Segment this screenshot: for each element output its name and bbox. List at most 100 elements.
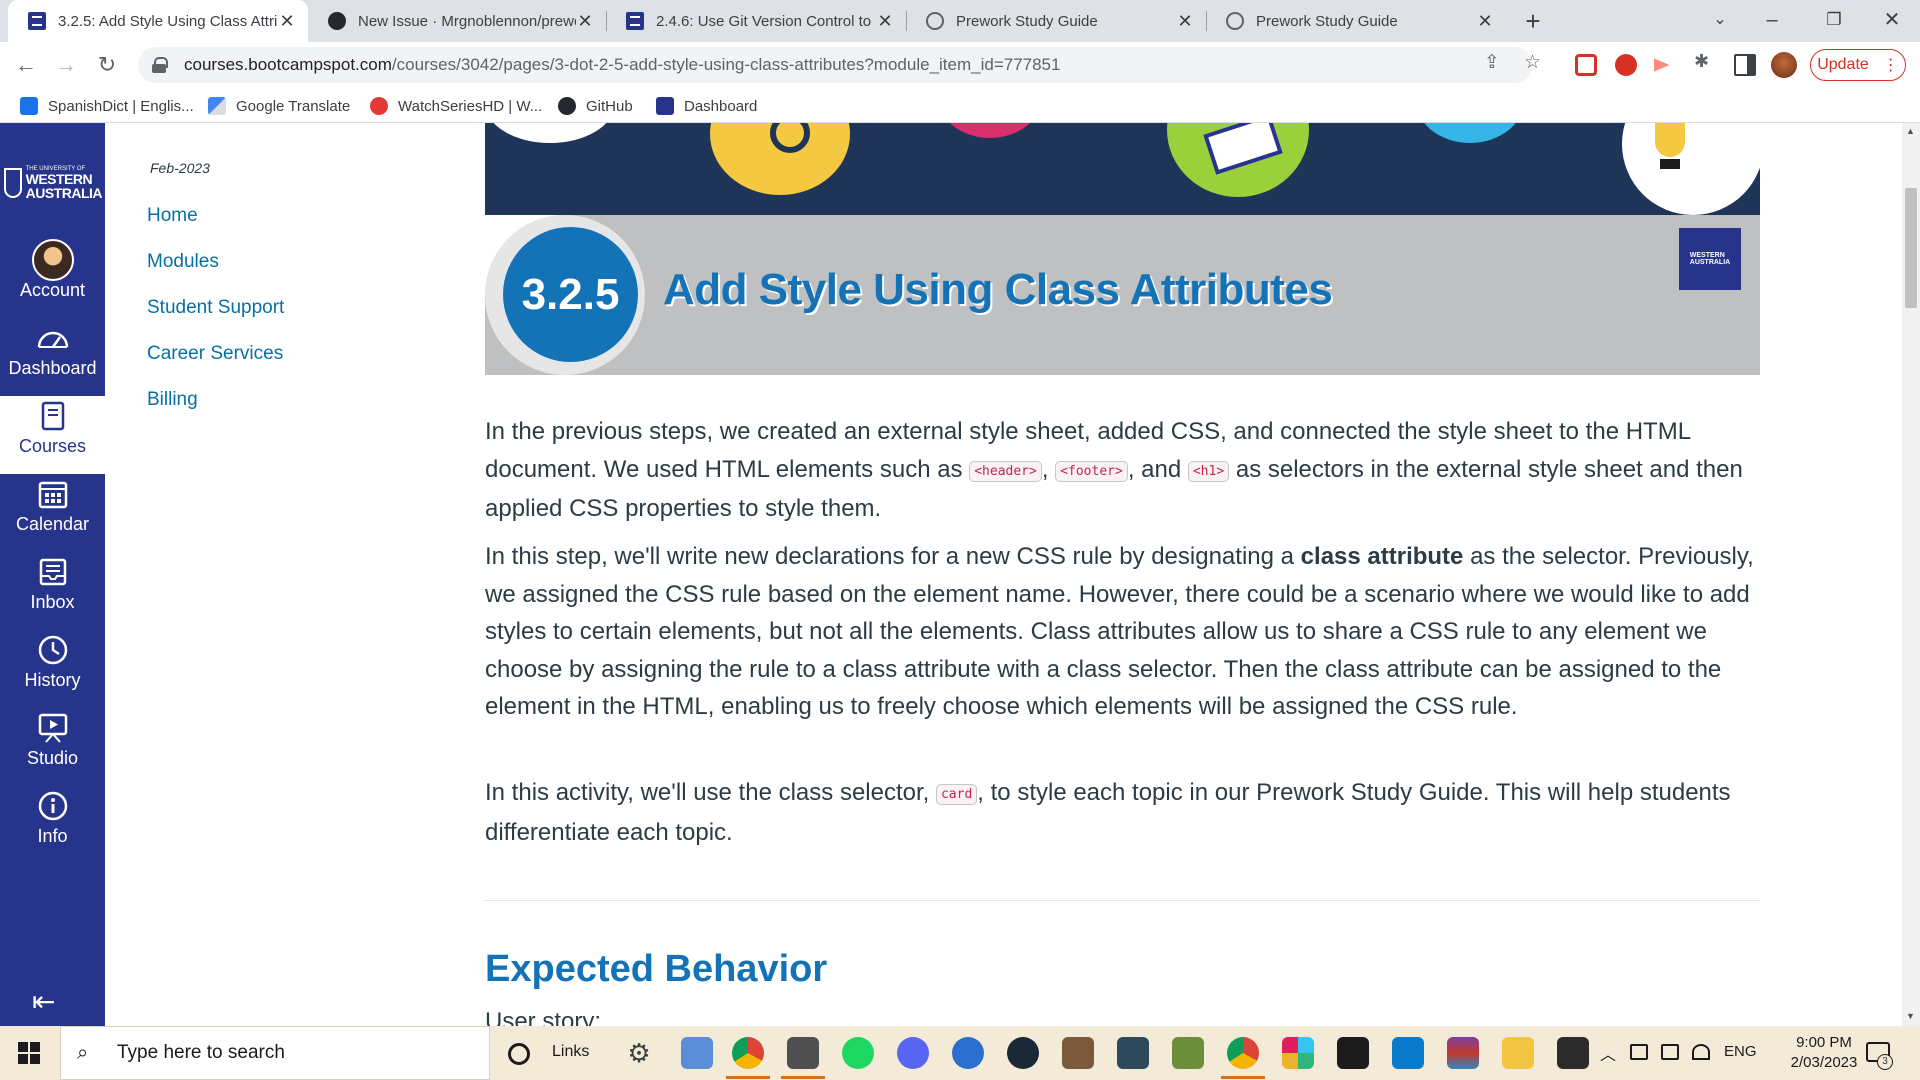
collapse-nav-icon[interactable]: ⇤ — [32, 985, 55, 1018]
paragraph-class-attribute: In this step, we'll write new declaratio… — [485, 538, 1760, 726]
profile-avatar[interactable] — [1771, 52, 1797, 78]
global-nav-account[interactable]: Account — [0, 239, 105, 318]
extensions-puzzle-icon[interactable]: ✱ — [1694, 51, 1709, 72]
global-nav-calendar[interactable]: Calendar — [0, 474, 105, 552]
global-nav-info[interactable]: Info — [0, 786, 105, 864]
minecraft-icon[interactable] — [1172, 1037, 1204, 1069]
close-tab-icon[interactable]: ✕ — [1176, 11, 1194, 32]
bookmark-dashboard[interactable]: Dashboard — [656, 95, 757, 117]
steam-icon[interactable] — [1007, 1037, 1039, 1069]
windows-start-icon[interactable] — [18, 1042, 40, 1064]
bookmark-star-icon[interactable]: ☆ — [1524, 51, 1541, 74]
uwa-wordmark: THE UNIVERSITY OF WESTERN AUSTRALIA — [26, 166, 103, 200]
taskbar-search-input[interactable]: ⌕ Type here to search — [60, 1026, 490, 1080]
restore-button[interactable]: ❐ — [1808, 0, 1860, 42]
global-nav-courses[interactable]: Courses — [0, 396, 105, 474]
language-indicator[interactable]: ENG — [1724, 1043, 1757, 1060]
tab-search-icon[interactable]: ⌄ — [1694, 0, 1746, 42]
vscode-icon[interactable] — [1392, 1037, 1424, 1069]
slack-icon[interactable] — [1282, 1037, 1314, 1069]
folder-icon[interactable] — [1502, 1037, 1534, 1069]
course-nav-student-support[interactable]: Student Support — [142, 293, 289, 323]
course-nav-modules[interactable]: Modules — [142, 247, 224, 277]
uwa-mini-wordmark: WESTERN AUSTRALIA — [1690, 252, 1730, 266]
tab-prework-study-guide[interactable]: Prework Study Guide ✕ — [906, 0, 1206, 42]
file-explorer-icon[interactable] — [681, 1037, 713, 1069]
tab-git-version-control[interactable]: 2.4.6: Use Git Version Control to Save C… — [606, 0, 906, 42]
game-app-icon[interactable] — [1062, 1037, 1094, 1069]
uwa-logo[interactable]: THE UNIVERSITY OF WESTERN AUSTRALIA — [4, 163, 103, 203]
bookmark-label: Dashboard — [684, 97, 758, 115]
scroll-up-icon[interactable]: ▲ — [1906, 126, 1915, 136]
lesson-title-bar: 3.2.5 Add Style Using Class Attributes W… — [485, 215, 1760, 375]
lightbulb-icon — [1655, 123, 1685, 157]
extension-icon[interactable] — [1654, 58, 1670, 72]
global-nav-label: Account — [19, 280, 86, 300]
minimize-button[interactable]: – — [1746, 0, 1798, 42]
new-tab-button[interactable]: + — [1518, 6, 1548, 36]
text-run: In this activity, we'll use the class se… — [485, 779, 936, 806]
course-nav-billing[interactable]: Billing — [142, 385, 203, 415]
tab-github-issue[interactable]: New Issue · Mrgnoblennon/prework-study-g… — [308, 0, 606, 42]
github-icon — [328, 12, 346, 30]
page-scrollbar[interactable]: ▲ ▼ — [1902, 123, 1920, 1026]
bookmark-watchseries[interactable]: WatchSeriesHD | W... — [370, 95, 542, 117]
forward-button[interactable]: → — [50, 49, 82, 81]
links-toolbar-label[interactable]: Links — [552, 1043, 589, 1061]
close-window-button[interactable]: ✕ — [1866, 0, 1918, 42]
url-host: courses.bootcampspot.com — [184, 55, 392, 74]
update-button[interactable]: Update ⋮ — [1810, 49, 1906, 81]
network-app-icon[interactable] — [952, 1037, 984, 1069]
battery-icon[interactable] — [1630, 1044, 1648, 1060]
running-indicator — [1221, 1076, 1265, 1079]
photos-icon[interactable] — [1557, 1037, 1589, 1069]
device-icon[interactable] — [1661, 1044, 1679, 1060]
close-tab-icon[interactable]: ✕ — [278, 11, 296, 32]
course-nav-home[interactable]: Home — [142, 201, 203, 231]
tab-active[interactable]: 3.2.5: Add Style Using Class Attributes … — [8, 0, 308, 42]
history-icon — [0, 630, 105, 670]
url-path: /courses/3042/pages/3-dot-2-5-add-style-… — [391, 55, 1061, 74]
global-nav-history[interactable]: History — [0, 630, 105, 708]
global-navigation: THE UNIVERSITY OF WESTERN AUSTRALIA Acco… — [0, 123, 105, 1026]
chrome-dev-icon[interactable] — [1227, 1037, 1259, 1069]
global-nav-studio[interactable]: Studio — [0, 708, 105, 786]
share-icon[interactable]: ⇪ — [1484, 51, 1500, 74]
address-bar[interactable]: courses.bootcampspot.com/courses/3042/pa… — [138, 47, 1533, 83]
inline-code: <header> — [969, 460, 1042, 482]
global-nav-dashboard[interactable]: Dashboard — [0, 318, 105, 396]
scroll-down-icon[interactable]: ▼ — [1906, 1011, 1915, 1021]
winrar-icon[interactable] — [1447, 1037, 1479, 1069]
uwa-icon — [626, 12, 644, 30]
mail-icon[interactable] — [787, 1037, 819, 1069]
tab-prework-study-guide-2[interactable]: Prework Study Guide ✕ — [1206, 0, 1506, 42]
chrome-icon[interactable] — [732, 1037, 764, 1069]
wifi-icon[interactable] — [1692, 1044, 1710, 1060]
chevron-up-icon[interactable]: ︿ — [1600, 1041, 1616, 1065]
reload-button[interactable]: ↻ — [91, 49, 123, 81]
bookmark-label: Google Translate — [236, 97, 351, 115]
running-indicator — [726, 1076, 770, 1079]
tab-title: 2.4.6: Use Git Version Control to Save C… — [656, 12, 876, 30]
close-tab-icon[interactable]: ✕ — [876, 11, 894, 32]
cortana-icon[interactable] — [508, 1043, 530, 1065]
course-nav-career-services[interactable]: Career Services — [142, 339, 288, 369]
extension-icon[interactable] — [1575, 54, 1597, 76]
spotify-icon[interactable] — [842, 1037, 874, 1069]
discord-icon[interactable] — [897, 1037, 929, 1069]
league-icon[interactable] — [1117, 1037, 1149, 1069]
terminal-icon[interactable] — [1337, 1037, 1369, 1069]
banner-circle — [1415, 123, 1525, 143]
bookmark-google-translate[interactable]: Google Translate — [208, 95, 350, 117]
bookmark-spanishdict[interactable]: SpanishDict | Englis... — [20, 95, 194, 117]
close-tab-icon[interactable]: ✕ — [576, 11, 594, 32]
bookmark-github[interactable]: GitHub — [558, 95, 633, 117]
opera-extension-icon[interactable] — [1615, 54, 1637, 76]
back-button[interactable]: ← — [10, 49, 42, 81]
close-tab-icon[interactable]: ✕ — [1476, 11, 1494, 32]
canvas-page: THE UNIVERSITY OF WESTERN AUSTRALIA Acco… — [0, 123, 1920, 1026]
settings-gear-icon[interactable]: ⚙ — [623, 1037, 655, 1069]
global-nav-inbox[interactable]: Inbox — [0, 552, 105, 630]
side-panel-icon[interactable] — [1734, 54, 1756, 76]
scroll-thumb[interactable] — [1905, 188, 1917, 308]
